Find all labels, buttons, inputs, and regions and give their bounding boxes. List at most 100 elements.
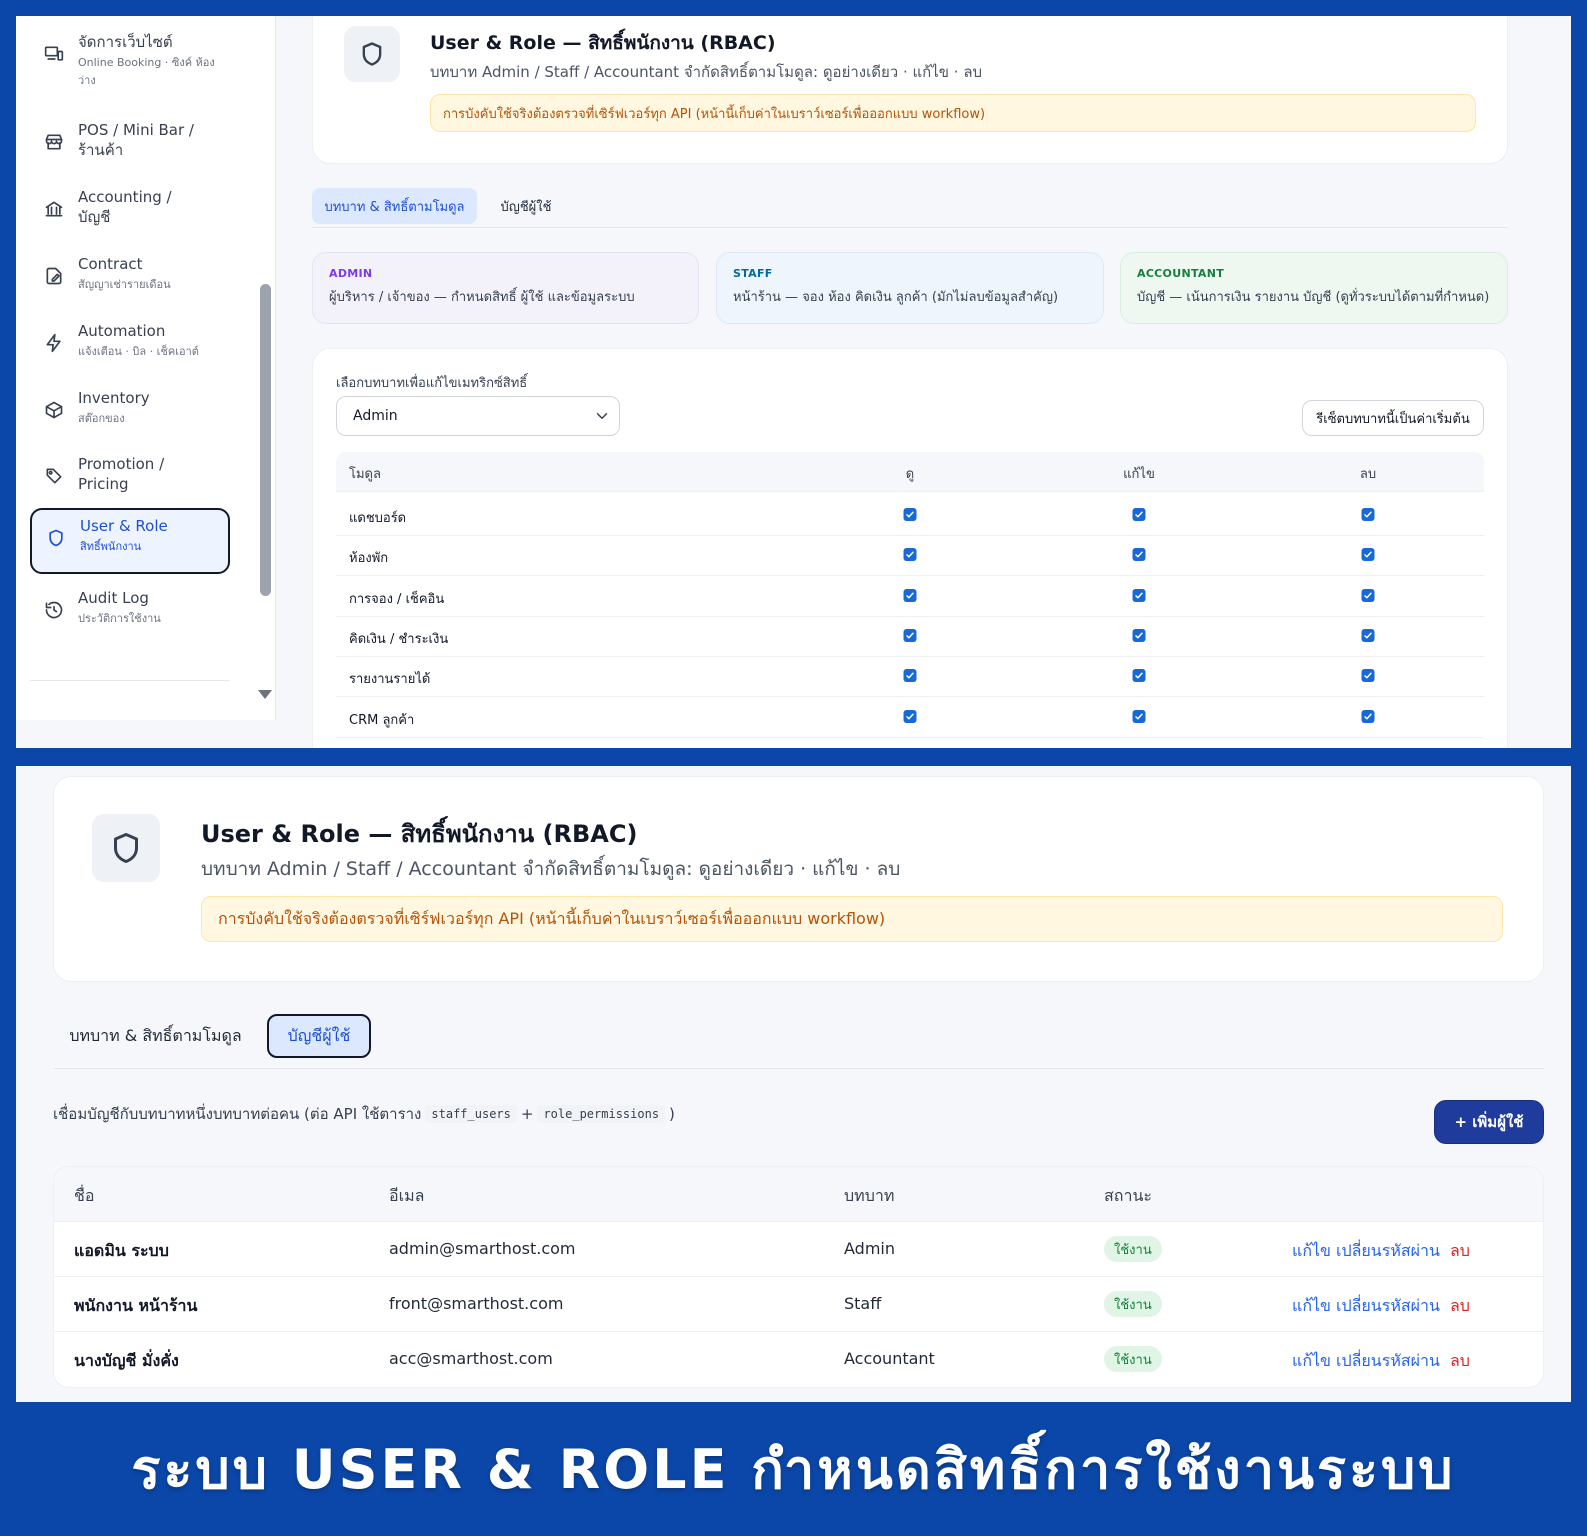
column-header-name: ชื่อ bbox=[74, 1186, 95, 1205]
accounts-description: เชื่อมบัญชีกับบทบาทหนึ่งบทบาทต่อคน (ต่อ … bbox=[53, 1102, 675, 1126]
contract-icon bbox=[40, 262, 68, 290]
role-name: ACCOUNTANT bbox=[1137, 267, 1225, 280]
sidebar-item-automation[interactable]: Automation แจ้งเตือน · บิล · เช็คเอาต์ bbox=[30, 315, 230, 367]
column-header-email: อีเมล bbox=[389, 1186, 425, 1205]
header-shield-icon bbox=[344, 26, 400, 82]
sidebar-item-label: Accounting / บัญชี bbox=[78, 188, 172, 226]
permission-row: CRM ลูกค้า bbox=[336, 698, 1484, 738]
sidebar-item-promotion[interactable]: Promotion / Pricing bbox=[30, 448, 230, 500]
user-name: แอดมิน ระบบ bbox=[74, 1241, 169, 1260]
sidebar-scroll-thumb[interactable] bbox=[260, 284, 271, 596]
delete-user-link[interactable]: ลบ bbox=[1450, 1294, 1470, 1319]
sidebar-item-contract[interactable]: Contract สัญญาเช่ารายเดือน bbox=[30, 248, 230, 300]
scroll-down-arrow-icon[interactable] bbox=[258, 690, 272, 699]
sidebar-item-audit-log[interactable]: Audit Log ประวัติการใช้งาน bbox=[30, 582, 230, 634]
status-badge: ใช้งาน bbox=[1104, 1236, 1162, 1262]
module-name: ห้องพัก bbox=[349, 551, 389, 567]
shield-icon bbox=[42, 524, 70, 552]
sidebar-item-pos[interactable]: POS / Mini Bar / ร้านค้า bbox=[30, 114, 230, 166]
delete-checkbox[interactable] bbox=[1361, 588, 1375, 602]
sidebar-item-accounting[interactable]: Accounting / บัญชี bbox=[30, 181, 230, 233]
change-password-link[interactable]: เปลี่ยนรหัสผ่าน bbox=[1336, 1239, 1440, 1264]
close-paren: ) bbox=[669, 1105, 675, 1123]
sidebar-item-inventory[interactable]: Inventory สต๊อกของ bbox=[30, 382, 230, 434]
column-header-view: ดู bbox=[905, 467, 915, 482]
view-checkbox[interactable] bbox=[903, 548, 917, 562]
delete-checkbox[interactable] bbox=[1361, 628, 1375, 642]
accounts-description-text: เชื่อมบัญชีกับบทบาทหนึ่งบทบาทต่อคน (ต่อ … bbox=[53, 1105, 422, 1123]
sidebar-item-label: Promotion / Pricing bbox=[78, 455, 165, 493]
add-user-button[interactable]: + เพิ่มผู้ใช้ bbox=[1434, 1100, 1544, 1144]
sidebar-item-label: User & Role bbox=[80, 517, 168, 535]
user-accounts-panel: User & Role — สิทธิ์พนักงาน (RBAC) บทบาท… bbox=[16, 766, 1571, 1402]
delete-user-link[interactable]: ลบ bbox=[1450, 1239, 1470, 1264]
tabs-divider bbox=[53, 1068, 1544, 1069]
tab-roles-permissions[interactable]: บทบาท & สิทธิ์ตามโมดูล bbox=[312, 188, 477, 224]
view-checkbox[interactable] bbox=[903, 709, 917, 723]
column-header-status: สถานะ bbox=[1104, 1186, 1152, 1205]
column-header-role: บทบาท bbox=[844, 1186, 895, 1205]
server-enforcement-warning: การบังคับใช้จริงต้องตรวจที่เซิร์ฟเวอร์ทุ… bbox=[430, 94, 1476, 132]
module-name: คิดเงิน / ชำระเงิน bbox=[349, 631, 449, 647]
change-password-link[interactable]: เปลี่ยนรหัสผ่าน bbox=[1336, 1294, 1440, 1319]
view-checkbox[interactable] bbox=[903, 588, 917, 602]
edit-checkbox[interactable] bbox=[1132, 709, 1146, 723]
store-icon bbox=[40, 128, 68, 156]
user-name: พนักงาน หน้าร้าน bbox=[74, 1296, 198, 1315]
sidebar-item-sub: แจ้งเตือน · บิล · เช็คเอาต์ bbox=[78, 345, 199, 358]
edit-user-link[interactable]: แก้ไข bbox=[1292, 1294, 1331, 1319]
edit-user-link[interactable]: แก้ไข bbox=[1292, 1239, 1331, 1264]
user-table-header: ชื่อ อีเมล บทบาท สถานะ bbox=[54, 1167, 1543, 1222]
delete-checkbox[interactable] bbox=[1361, 709, 1375, 723]
box-icon bbox=[40, 396, 68, 424]
delete-user-link[interactable]: ลบ bbox=[1450, 1349, 1470, 1374]
footer-caption: ระบบ USER & ROLE กำหนดสิทธิ์การใช้งานระบ… bbox=[131, 1438, 1456, 1501]
permission-table-header: โมดูล ดู แก้ไข ลบ bbox=[336, 452, 1484, 492]
role-select[interactable]: Admin bbox=[336, 396, 620, 436]
delete-checkbox[interactable] bbox=[1361, 508, 1375, 521]
view-checkbox[interactable] bbox=[903, 669, 917, 683]
header-shield-icon bbox=[92, 814, 160, 882]
change-password-link[interactable]: เปลี่ยนรหัสผ่าน bbox=[1336, 1349, 1440, 1374]
reset-role-button[interactable]: รีเซ็ตบทบาทนี้เป็นค่าเริ่มต้น bbox=[1302, 400, 1484, 436]
sidebar-item-label: จัดการเว็บไซต์ bbox=[78, 33, 173, 51]
sidebar-item-user-role[interactable]: User & Role สิทธิ์พนักงาน bbox=[30, 508, 230, 574]
chevron-down-icon bbox=[593, 407, 611, 425]
permission-row: ห้องพัก bbox=[336, 536, 1484, 577]
rbac-roles-panel: จัดการเว็บไซต์ Online Booking · ซิงค์ ห้… bbox=[16, 16, 1571, 748]
role-name: ADMIN bbox=[329, 267, 373, 280]
edit-user-link[interactable]: แก้ไข bbox=[1292, 1349, 1331, 1374]
user-name: นางบัญชี มั่งคั่ง bbox=[74, 1351, 179, 1370]
role-description: หน้าร้าน — จอง ห้อง คิดเงิน ลูกค้า (มักไ… bbox=[733, 290, 1059, 305]
sidebar-item-website[interactable]: จัดการเว็บไซต์ Online Booking · ซิงค์ ห้… bbox=[30, 26, 230, 96]
sidebar: จัดการเว็บไซต์ Online Booking · ซิงค์ ห้… bbox=[16, 16, 276, 720]
role-card-admin: ADMIN ผู้บริหาร / เจ้าของ — กำหนดสิทธิ์ … bbox=[312, 252, 699, 324]
edit-checkbox[interactable] bbox=[1132, 588, 1146, 602]
permission-row: คิดเงิน / ชำระเงิน bbox=[336, 617, 1484, 657]
role-card-staff: STAFF หน้าร้าน — จอง ห้อง คิดเงิน ลูกค้า… bbox=[716, 252, 1104, 324]
view-checkbox[interactable] bbox=[903, 508, 917, 521]
sidebar-item-label: Inventory bbox=[78, 389, 150, 407]
role-select-label: เลือกบทบาทเพื่อแก้ไขเมทริกซ์สิทธิ์ bbox=[336, 376, 528, 391]
history-icon bbox=[40, 596, 68, 624]
delete-checkbox[interactable] bbox=[1361, 669, 1375, 683]
module-name: CRM ลูกค้า bbox=[349, 712, 415, 728]
tab-user-accounts[interactable]: บัญชีผู้ใช้ bbox=[267, 1014, 371, 1058]
bolt-icon bbox=[40, 329, 68, 357]
edit-checkbox[interactable] bbox=[1132, 508, 1146, 521]
status-badge: ใช้งาน bbox=[1104, 1291, 1162, 1317]
tab-user-accounts[interactable]: บัญชีผู้ใช้ bbox=[486, 188, 566, 224]
edit-checkbox[interactable] bbox=[1132, 548, 1146, 562]
delete-checkbox[interactable] bbox=[1361, 548, 1375, 562]
role-select-value: Admin bbox=[353, 408, 398, 424]
code-staff-users: staff_users bbox=[425, 1105, 517, 1123]
view-checkbox[interactable] bbox=[903, 628, 917, 642]
module-name: แดชบอร์ด bbox=[349, 511, 407, 526]
role-description: บัญชี — เน้นการเงิน รายงาน บัญชี (ดูทั่ว… bbox=[1137, 290, 1490, 305]
status-badge: ใช้งาน bbox=[1104, 1346, 1162, 1372]
edit-checkbox[interactable] bbox=[1132, 669, 1146, 683]
sidebar-divider bbox=[30, 680, 230, 681]
user-email: acc@smarthost.com bbox=[389, 1349, 553, 1368]
edit-checkbox[interactable] bbox=[1132, 628, 1146, 642]
tab-roles-permissions[interactable]: บทบาท & สิทธิ์ตามโมดูล bbox=[58, 1014, 253, 1058]
